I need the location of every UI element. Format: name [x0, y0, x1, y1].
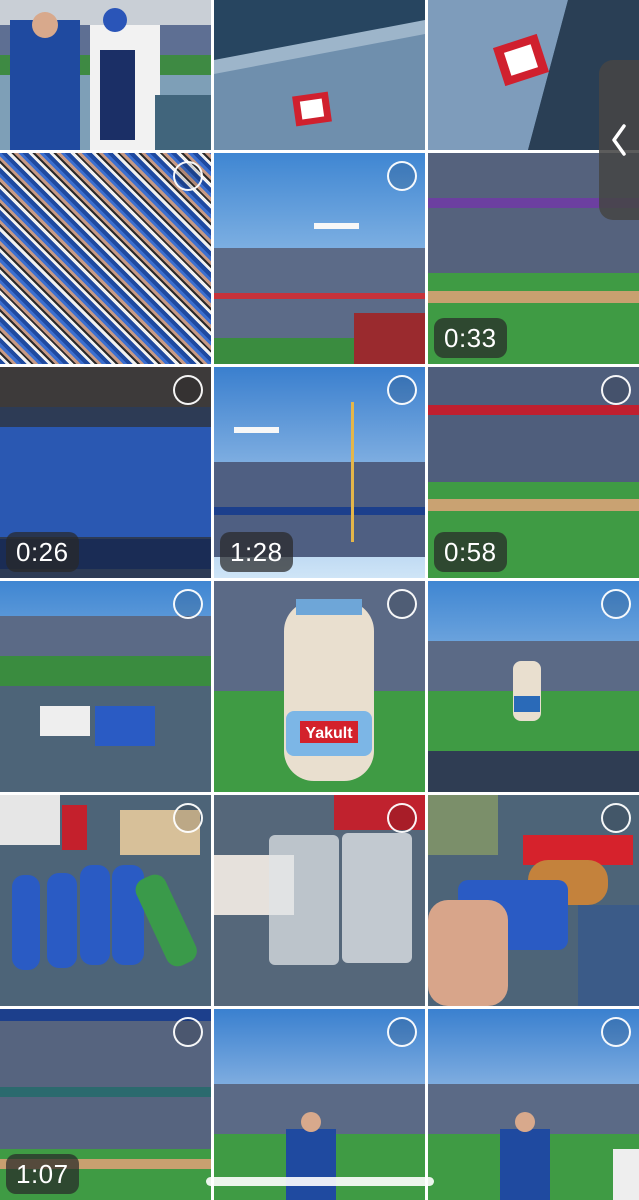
photo-thumbnail-r3c3[interactable]: 0:58: [428, 367, 639, 578]
select-circle-icon[interactable]: [173, 161, 203, 191]
select-circle-icon[interactable]: [387, 375, 417, 405]
select-circle-icon[interactable]: [173, 375, 203, 405]
photo-thumbnail-r3c1[interactable]: 0:26: [0, 367, 211, 578]
photo-thumbnail-r5c1[interactable]: [0, 795, 211, 1006]
photo-thumbnail-r3c2[interactable]: 1:28: [214, 367, 425, 578]
photo-thumbnail-r5c2[interactable]: [214, 795, 425, 1006]
video-duration-badge: 0:58: [434, 532, 507, 572]
video-duration-badge: 0:33: [434, 318, 507, 358]
video-duration-badge: 1:28: [220, 532, 293, 572]
video-duration-badge: 0:26: [6, 532, 79, 572]
home-indicator[interactable]: [206, 1177, 434, 1186]
select-circle-icon[interactable]: [601, 1017, 631, 1047]
select-circle-icon[interactable]: [387, 1017, 417, 1047]
photo-thumbnail-r6c1[interactable]: 1:07: [0, 1009, 211, 1200]
photo-thumbnail-r2c1[interactable]: [0, 153, 211, 364]
photo-thumbnail-r6c3[interactable]: [428, 1009, 639, 1200]
select-circle-icon[interactable]: [387, 803, 417, 833]
select-circle-icon[interactable]: [601, 375, 631, 405]
photo-thumbnail-r4c3[interactable]: [428, 581, 639, 792]
select-circle-icon[interactable]: [601, 589, 631, 619]
video-duration-badge: 1:07: [6, 1154, 79, 1194]
photo-thumbnail-r5c3[interactable]: [428, 795, 639, 1006]
select-circle-icon[interactable]: [173, 803, 203, 833]
photo-seat-qr-code: [214, 0, 425, 150]
select-circle-icon[interactable]: [173, 589, 203, 619]
photo-thumbnail-r1c1[interactable]: [0, 0, 211, 150]
photo-thumbnail-r1c2[interactable]: [214, 0, 425, 150]
photo-grid: 0:33 0:26 1:28 0:58 Yakult 1:07: [0, 0, 639, 1200]
photo-thumbnail-r4c2[interactable]: Yakult: [214, 581, 425, 792]
chevron-left-icon: [612, 124, 626, 156]
sidebar-collapse-tab[interactable]: [599, 60, 639, 220]
photo-thumbnail-r2c2[interactable]: [214, 153, 425, 364]
photo-thumbnail-r4c1[interactable]: [0, 581, 211, 792]
select-circle-icon[interactable]: [387, 161, 417, 191]
photo-thumbnail-r6c2[interactable]: [214, 1009, 425, 1200]
photo-fans-with-belt: [0, 0, 211, 150]
select-circle-icon[interactable]: [601, 803, 631, 833]
select-circle-icon[interactable]: [173, 1017, 203, 1047]
select-circle-icon[interactable]: [387, 589, 417, 619]
yakult-label-text: Yakult: [305, 725, 353, 742]
